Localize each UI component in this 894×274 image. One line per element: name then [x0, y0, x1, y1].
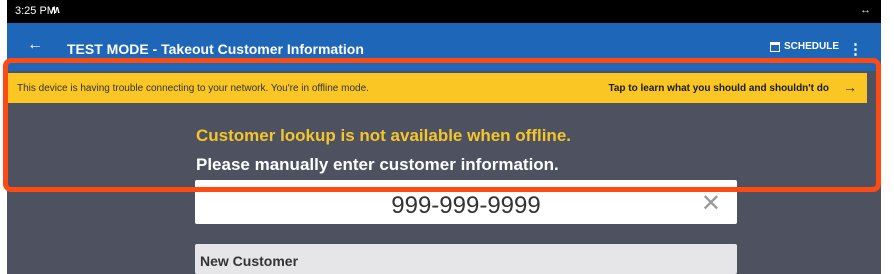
phone-input[interactable]: 999-999-9999 ✕ — [195, 180, 737, 224]
notification-icon: ʍ — [51, 4, 60, 16]
arrow-right-icon[interactable]: → — [843, 79, 857, 95]
status-time: 3:25 PM — [15, 5, 56, 17]
offline-subtitle: Please manually enter customer informati… — [196, 155, 559, 174]
new-customer-section[interactable]: New Customer — [195, 244, 737, 274]
calendar-icon — [769, 41, 780, 52]
page-title: TEST MODE - Takeout Customer Information — [67, 41, 364, 57]
app-bar: ← TEST MODE - Takeout Customer Informati… — [7, 23, 881, 71]
back-arrow-icon[interactable]: ← — [27, 36, 43, 54]
banner-learn-more-link[interactable]: Tap to learn what you should and shouldn… — [608, 83, 829, 94]
overflow-menu-icon[interactable]: ⋮ — [848, 40, 863, 58]
device-screen: 3:25 PM ʍ ↔ ← TEST MODE - Takeout Custom… — [7, 0, 881, 274]
phone-value: 999-999-9999 — [391, 192, 541, 219]
schedule-button[interactable]: SCHEDULE — [769, 41, 839, 52]
clear-icon[interactable]: ✕ — [701, 189, 721, 218]
network-icon: ↔ — [860, 4, 871, 16]
banner-message: This device is having trouble connecting… — [17, 83, 369, 94]
new-customer-label: New Customer — [200, 253, 299, 269]
offline-banner[interactable]: This device is having trouble connecting… — [7, 73, 867, 103]
offline-title: Customer lookup is not available when of… — [196, 126, 571, 145]
status-bar: 3:25 PM ʍ ↔ — [7, 0, 881, 23]
schedule-label: SCHEDULE — [783, 41, 839, 52]
